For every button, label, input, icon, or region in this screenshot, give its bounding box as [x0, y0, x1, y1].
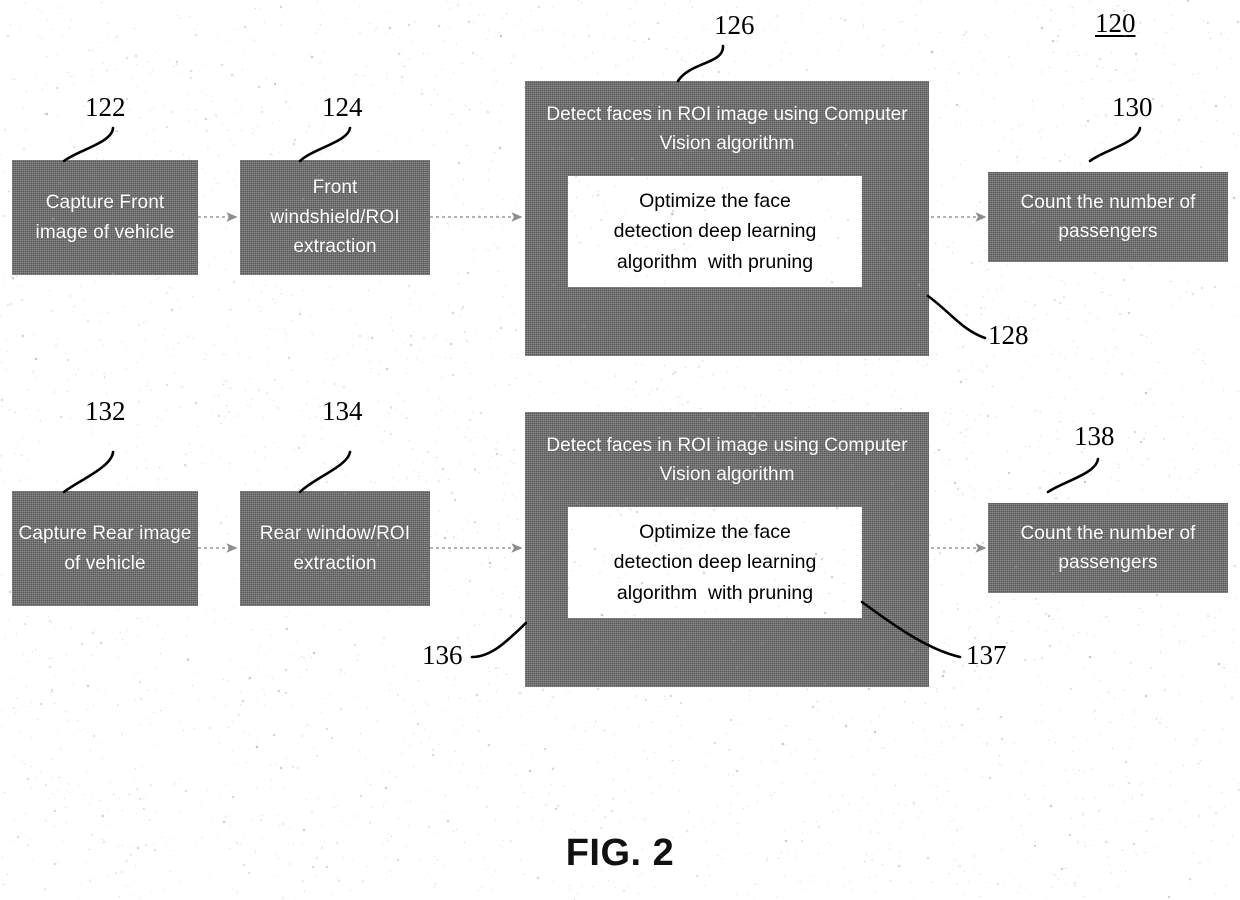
reference-numeral-120: 120: [1095, 8, 1136, 38]
leader-128: [926, 294, 987, 340]
stage-box-rear-header-label: Detect faces in ROI image using Computer…: [546, 435, 908, 485]
box-rear-window-roi-extraction-label: Rear window/ROI extraction: [259, 523, 411, 574]
box-rear-window-roi-extraction[interactable]: Rear window/ROI extraction: [240, 491, 430, 606]
leader-138: [1046, 457, 1100, 494]
reference-numeral-126: 126: [714, 10, 755, 40]
inner-box-front-optimize-label: Optimize the face detection deep learnin…: [613, 190, 817, 273]
box-capture-front-image-label: Capture Front image of vehicle: [35, 192, 175, 243]
reference-numeral-134: 134: [322, 396, 363, 426]
stage-box-front-header-label: Detect faces in ROI image using Computer…: [546, 104, 908, 154]
figure-caption: FIG. 2: [565, 832, 675, 874]
box-count-passengers-rear-label: Count the number of passengers: [1020, 522, 1196, 573]
inner-box-front-optimize[interactable]: Optimize the face detection deep learnin…: [568, 176, 862, 287]
inner-box-rear-optimize[interactable]: Optimize the face detection deep learnin…: [568, 507, 862, 618]
inner-box-rear-optimize-label: Optimize the face detection deep learnin…: [613, 521, 817, 604]
stage-box-front-detect-faces[interactable]: Detect faces in ROI image using Computer…: [525, 81, 929, 356]
reference-numeral-138: 138: [1074, 421, 1115, 451]
patent-figure: Capture Front image of vehicle Front win…: [0, 0, 1240, 900]
box-count-passengers-rear[interactable]: Count the number of passengers: [988, 503, 1228, 593]
leader-130: [1088, 126, 1142, 163]
box-capture-rear-image-label: Capture Rear image of vehicle: [18, 523, 192, 574]
box-front-windshield-roi-extraction[interactable]: Front windshield/ROI extraction: [240, 160, 430, 275]
reference-numeral-128: 128: [988, 320, 1029, 350]
leader-122: [62, 126, 115, 163]
reference-numeral-122: 122: [85, 92, 126, 122]
leader-124: [298, 126, 352, 163]
leader-134: [298, 450, 352, 494]
box-count-passengers-front[interactable]: Count the number of passengers: [988, 172, 1228, 262]
leader-136: [470, 621, 528, 659]
box-capture-front-image[interactable]: Capture Front image of vehicle: [12, 160, 198, 275]
reference-numeral-137: 137: [966, 640, 1007, 670]
stage-box-rear-detect-faces[interactable]: Detect faces in ROI image using Computer…: [525, 412, 929, 687]
reference-numeral-130: 130: [1112, 92, 1153, 122]
box-front-windshield-roi-extraction-label: Front windshield/ROI extraction: [270, 177, 400, 258]
box-capture-rear-image[interactable]: Capture Rear image of vehicle: [12, 491, 198, 606]
box-count-passengers-front-label: Count the number of passengers: [1020, 191, 1196, 242]
reference-numeral-136: 136: [422, 640, 463, 670]
reference-numeral-124: 124: [322, 92, 363, 122]
reference-numeral-132: 132: [85, 396, 126, 426]
leader-126: [676, 44, 725, 83]
leader-132: [62, 450, 115, 494]
